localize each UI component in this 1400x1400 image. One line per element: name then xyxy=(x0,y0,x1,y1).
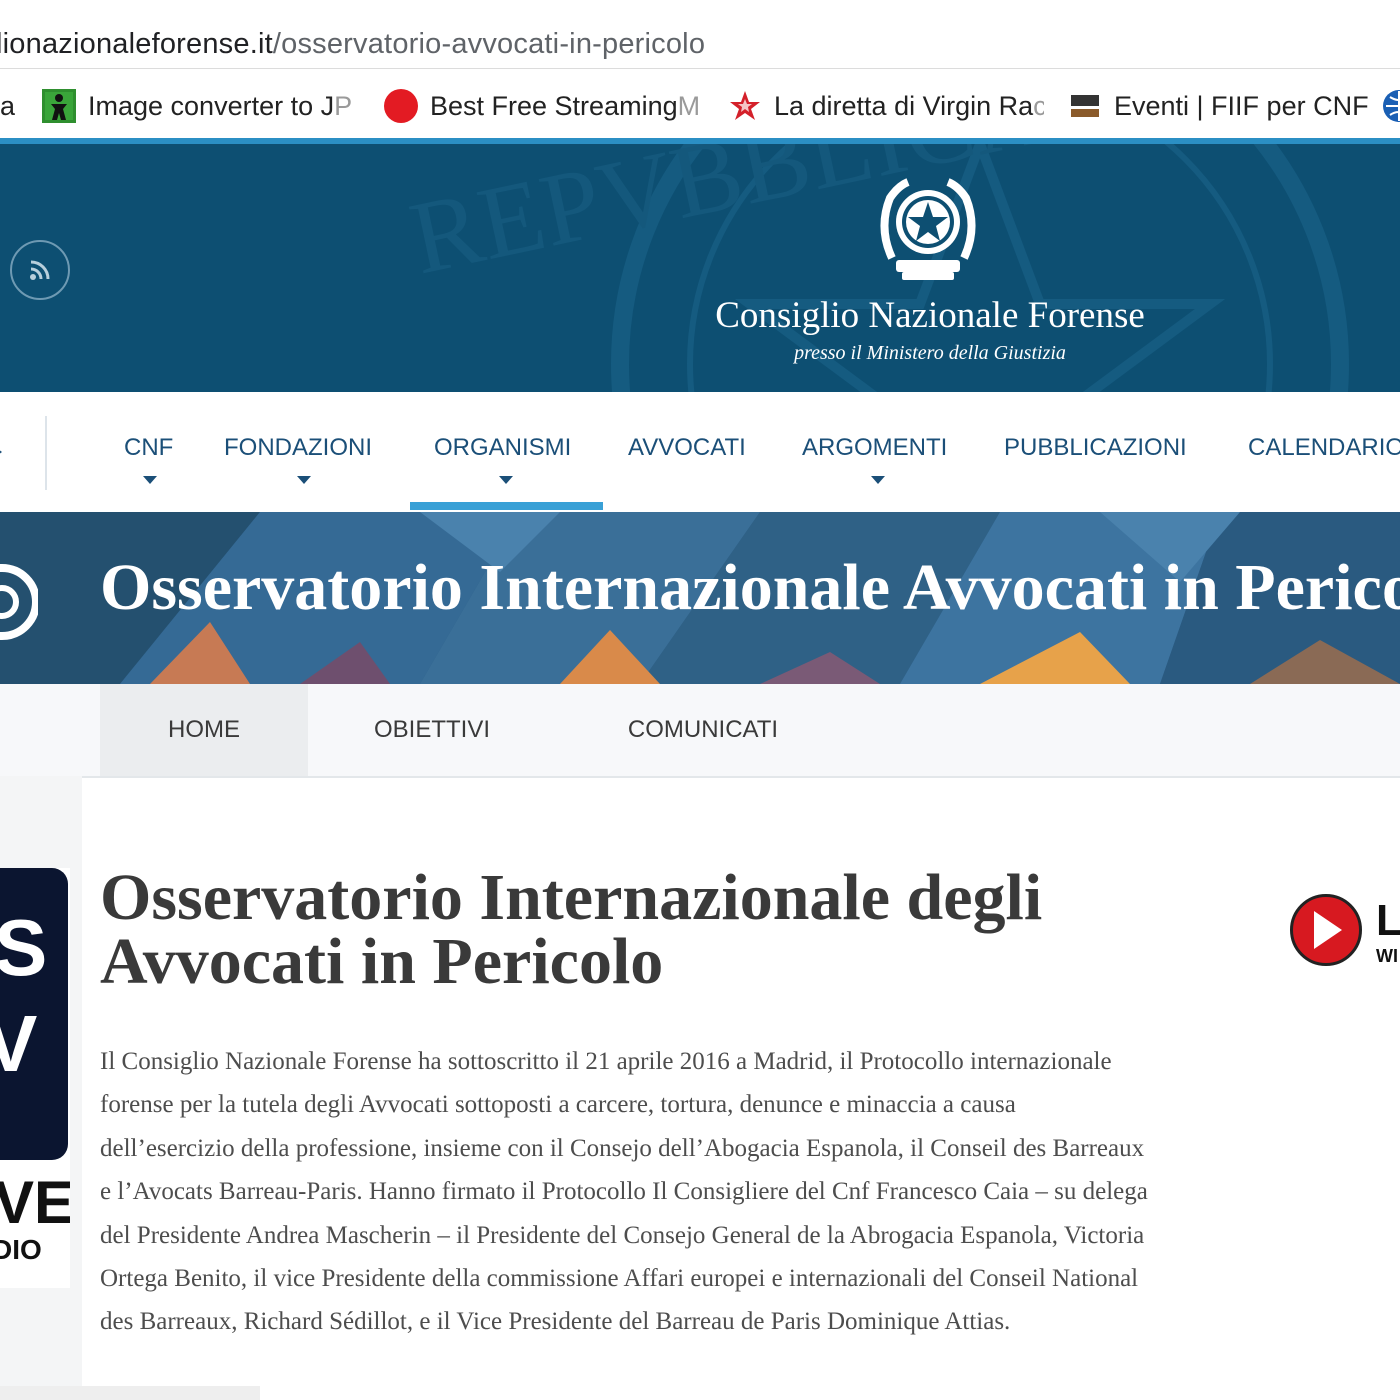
subnav-item-home[interactable]: HOME xyxy=(100,684,308,776)
bookmark-globe[interactable] xyxy=(1382,86,1400,126)
nav-separator xyxy=(45,416,47,490)
bookmark-0[interactable]: la xyxy=(0,86,15,126)
nav-item-avvocati[interactable]: AVVOCATI xyxy=(628,434,746,462)
article-line: forense per la tutela degli Avvocati sot… xyxy=(100,1091,1016,1119)
site-header: REPVBBLICA ITALIANA Consiglio Nazionale … xyxy=(0,138,1400,392)
bookmark-label: Eventi | FIIF per CNF xyxy=(1114,90,1368,121)
nav-item-argomenti[interactable]: ARGOMENTI xyxy=(802,434,947,462)
bookmark-label: la xyxy=(0,90,16,121)
chevron-down-icon[interactable] xyxy=(499,476,513,484)
star-icon xyxy=(728,89,762,123)
nav-item-fondazioni[interactable]: FONDAZIONI xyxy=(224,434,372,462)
chevron-down-icon[interactable] xyxy=(297,476,311,484)
right-ad-banner[interactable]: L WI xyxy=(1288,894,1400,974)
nav-item-organismi[interactable]: ORGANISMI xyxy=(434,434,571,462)
image-converter-icon xyxy=(42,89,76,123)
left-ad-banner[interactable]: S V VE DIO xyxy=(0,868,70,1288)
banner-logo-icon xyxy=(0,564,38,640)
ad-text: WI xyxy=(1376,946,1398,966)
nav-left-caret-icon[interactable] xyxy=(0,446,2,458)
bookmark-eventi-fiif[interactable]: Eventi | FIIF per CNF xyxy=(1068,86,1368,126)
url-box[interactable]: lionazionaleforense.it/osservatorio-avvo… xyxy=(0,6,1400,69)
bookmark-label-faded: c xyxy=(1033,90,1044,121)
article-title: Osservatorio Internazionale degli Avvoca… xyxy=(100,861,1043,998)
bookmark-label: Best Free Streaming xyxy=(430,90,678,121)
globe-icon xyxy=(1382,89,1400,123)
bookmark-label: Image converter to J xyxy=(88,90,335,121)
article-line: des Barreaux, Richard Sédillot, e il Vic… xyxy=(100,1308,1011,1336)
chevron-down-icon[interactable] xyxy=(871,476,885,484)
nav-item-pubblicazioni[interactable]: PUBBLICAZIONI xyxy=(1004,434,1187,462)
ad-text: L xyxy=(1376,896,1400,945)
bookmark-image-converter[interactable]: Image converter to JP xyxy=(42,86,358,126)
address-bar[interactable]: lionazionaleforense.it/osservatorio-avvo… xyxy=(0,0,1400,72)
play-triangle-icon xyxy=(1314,911,1342,949)
rss-icon[interactable] xyxy=(10,240,70,300)
nav-item-cnf[interactable]: CNF xyxy=(124,434,173,462)
nav-item-calendario[interactable]: CALENDARIO xyxy=(1248,434,1400,462)
bookmark-label-faded: P xyxy=(334,90,353,121)
ad-text: DIO xyxy=(0,1234,42,1265)
bookmark-label-faded: M xyxy=(677,90,700,121)
bookmark-best-free-streaming[interactable]: Best Free Streaming M xyxy=(384,86,700,126)
subnav-item-obiettivi[interactable]: OBIETTIVI xyxy=(340,684,524,776)
ad-text: VE xyxy=(0,1169,70,1236)
red-circle-icon xyxy=(384,89,418,123)
bookmarks-bar: la Image converter to JP Best Free Strea… xyxy=(0,72,1400,139)
nav-active-indicator xyxy=(410,502,603,510)
url-domain: lionazionaleforense.it xyxy=(0,28,273,60)
bookmark-virgin-radio[interactable]: La diretta di Virgin Ra c xyxy=(728,86,1044,126)
bookmark-label: La diretta di Virgin Ra xyxy=(774,90,1034,121)
article-line: Il Consiglio Nazionale Forense ha sottos… xyxy=(100,1048,1112,1075)
section-banner: Osservatorio Internazionale Avvocati in … xyxy=(0,512,1400,684)
article-line: dell’esercizio della professione, insiem… xyxy=(100,1134,1145,1162)
article-line: e l’Avocats Barreau-Paris. Hanno firmato… xyxy=(100,1178,1148,1206)
subnav-item-comunicati[interactable]: COMUNICATI xyxy=(600,684,806,776)
bottom-strip xyxy=(0,1386,260,1400)
fiif-blog-icon xyxy=(1068,89,1102,123)
article-line: Ortega Benito, il vice Presidente della … xyxy=(100,1265,1139,1293)
article-line: del Presidente Andrea Mascherin – il Pre… xyxy=(100,1221,1145,1249)
site-title[interactable]: Consiglio Nazionale Forense xyxy=(690,294,1170,337)
sub-nav: HOME OBIETTIVI COMUNICATI xyxy=(0,684,1400,778)
url-text[interactable]: lionazionaleforense.it/osservatorio-avvo… xyxy=(0,28,705,61)
emblem-icon xyxy=(880,178,976,280)
ad-text: V xyxy=(0,999,38,1088)
url-path: /osservatorio-avvocati-in-pericolo xyxy=(272,28,706,60)
main-nav: CNF FONDAZIONI ORGANISMI AVVOCATI ARGOME… xyxy=(0,392,1400,512)
article-body: Il Consiglio Nazionale Forense ha sottos… xyxy=(100,1040,1400,1344)
chevron-down-icon[interactable] xyxy=(143,476,157,484)
ad-text: S xyxy=(0,903,48,992)
banner-title: Osservatorio Internazionale Avvocati in … xyxy=(100,551,1400,624)
site-subtitle: presso il Ministero della Giustizia xyxy=(794,342,1066,364)
